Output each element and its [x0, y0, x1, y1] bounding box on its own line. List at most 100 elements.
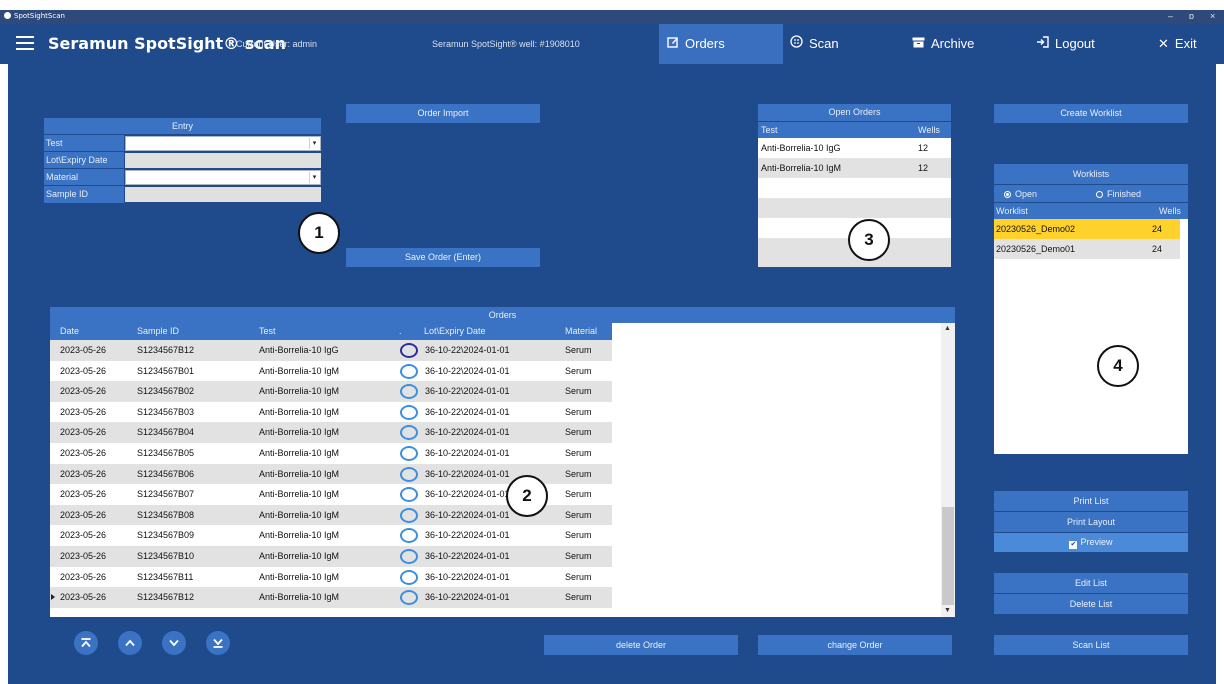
callout-1: 1: [298, 212, 340, 254]
delete-order-button[interactable]: delete Order: [544, 635, 738, 655]
cell-test: Anti-Borrelia-10 IgM: [259, 468, 340, 479]
cell-sample-id: S1234567B03: [137, 406, 195, 417]
cell-sample-id: S1234567B12: [137, 592, 195, 603]
scroll-top-button[interactable]: [74, 631, 98, 655]
table-row[interactable]: 2023-05-26 S1234567B12 Anti-Borrelia-10 Ig…: [50, 587, 612, 608]
status-ring-icon: [400, 548, 418, 564]
scroll-down-icon[interactable]: ▼: [944, 607, 951, 614]
table-row[interactable]: 2023-05-26 S1234567B02 Anti-Borrelia-10 Ig…: [50, 381, 612, 402]
worklists-title: Worklists: [994, 164, 1188, 184]
list-item[interactable]: Anti-Borrelia-10 IgG 12: [758, 138, 951, 158]
app-header: Seramun SpotSight® scan Current User: ad…: [0, 24, 1224, 64]
cell-date: 2023-05-26: [60, 509, 107, 520]
chevron-down-icon: [169, 639, 179, 647]
edit-list-button[interactable]: Edit List: [994, 573, 1188, 593]
status-ring-icon: [400, 404, 418, 420]
status-ring-icon: [400, 507, 418, 523]
nav-exit[interactable]: ✕ Exit: [1158, 24, 1216, 64]
radio-finished[interactable]: Finished: [1096, 185, 1141, 203]
cell-sample-id: S1234567B04: [137, 427, 195, 438]
cell-material: Serum: [565, 592, 592, 603]
minimize-button[interactable]: –: [1168, 11, 1173, 21]
print-list-button[interactable]: Print List: [994, 491, 1188, 511]
cell-sample-id: S1234567B01: [137, 365, 195, 376]
table-row[interactable]: 2023-05-26 S1234567B01 Anti-Borrelia-10 Ig…: [50, 360, 612, 382]
chevron-down-icon[interactable]: ▾: [309, 172, 319, 183]
status-ring-icon: [400, 343, 418, 358]
double-chevron-down-icon: [213, 638, 223, 648]
scroll-down-button[interactable]: [162, 631, 186, 655]
maximize-button[interactable]: ɒ: [1189, 11, 1194, 21]
status-ring-icon: [400, 445, 418, 461]
radio-open[interactable]: Open: [1004, 185, 1037, 203]
create-worklist-button[interactable]: Create Worklist: [994, 104, 1188, 123]
nav-scan[interactable]: Scan: [790, 24, 900, 64]
scroll-up-icon[interactable]: ▲: [944, 325, 951, 332]
order-import-button[interactable]: Order Import: [346, 104, 540, 123]
delete-list-button[interactable]: Delete List: [994, 594, 1188, 614]
list-item[interactable]: Anti-Borrelia-10 IgM 12: [758, 158, 951, 178]
status-ring-icon: [400, 569, 418, 585]
nav-archive[interactable]: Archive: [912, 24, 1012, 64]
orders-table: Orders Date Sample ID Test . Lot\Expiry …: [50, 307, 955, 617]
orders-header-row: Date Sample ID Test . Lot\Expiry Date Ma…: [50, 323, 612, 340]
table-row[interactable]: 2023-05-26 S1234567B11 Anti-Borrelia-10 Ig…: [50, 566, 612, 588]
print-layout-button[interactable]: Print Layout: [994, 512, 1188, 532]
orders-scrollbar[interactable]: ▲ ▼: [941, 323, 955, 617]
cell-test: Anti-Borrelia-10 IgM: [259, 489, 340, 500]
preview-checkbox[interactable]: ✔ Preview: [994, 533, 1188, 552]
lot-expiry-field: [125, 153, 321, 168]
entry-row-test: Test ▾: [44, 134, 321, 152]
table-row[interactable]: 2023-05-26 S1234567B03 Anti-Borrelia-10 Ig…: [50, 401, 612, 423]
cell-date: 2023-05-26: [60, 571, 107, 582]
cell-sample-id: S1234567B07: [137, 489, 195, 500]
cell-lot-expiry: 36-10-22\2024-01-01: [425, 509, 510, 520]
cell-material: Serum: [565, 406, 592, 417]
change-order-button[interactable]: change Order: [758, 635, 952, 655]
cell-lot-expiry: 36-10-22\2024-01-01: [425, 427, 510, 438]
worklist-row[interactable]: 20230526_Demo01 24: [994, 239, 1180, 259]
cell-sample-id: S1234567B06: [137, 468, 195, 479]
cell-lot-expiry: 36-10-22\2024-01-01: [425, 571, 510, 582]
save-order-button[interactable]: Save Order (Enter): [346, 248, 540, 267]
material-select[interactable]: ▾: [125, 170, 321, 185]
table-row[interactable]: 2023-05-26 S1234567B12 Anti-Borrelia-10 Ig…: [50, 340, 612, 361]
table-row[interactable]: 2023-05-26 S1234567B04 Anti-Borrelia-10 Ig…: [50, 422, 612, 443]
entry-row-material: Material ▾: [44, 168, 321, 186]
cell-test: Anti-Borrelia-10 IgM: [259, 530, 340, 541]
window-title: SpotSightScan: [4, 12, 65, 20]
table-row[interactable]: 2023-05-26 S1234567B05 Anti-Borrelia-10 Ig…: [50, 442, 612, 464]
logout-icon: [1036, 24, 1049, 64]
cell-date: 2023-05-26: [60, 406, 107, 417]
hamburger-menu-icon[interactable]: [16, 36, 34, 50]
nav-orders[interactable]: Orders: [659, 24, 783, 64]
table-row[interactable]: 2023-05-26 S1234567B10 Anti-Borrelia-10 Ig…: [50, 545, 612, 567]
test-select[interactable]: ▾: [125, 136, 321, 151]
table-row[interactable]: 2023-05-26 S1234567B09 Anti-Borrelia-10 Ig…: [50, 525, 612, 546]
cell-lot-expiry: 36-10-22\2024-01-01: [425, 365, 510, 376]
cell-material: Serum: [565, 365, 592, 376]
scroll-up-button[interactable]: [118, 631, 142, 655]
current-row-marker-icon: [51, 594, 55, 601]
close-window-button[interactable]: ×: [1210, 11, 1215, 21]
scrollbar-thumb[interactable]: [942, 507, 954, 605]
callout-4: 4: [1097, 345, 1139, 387]
worklist-row[interactable]: 20230526_Demo02 24: [994, 219, 1180, 239]
cell-sample-id: S1234567B08: [137, 509, 195, 520]
cell-test: Anti-Borrelia-10 IgG: [259, 345, 339, 355]
cell-date: 2023-05-26: [60, 447, 107, 458]
nav-logout[interactable]: Logout: [1036, 24, 1116, 64]
orders-body: 2023-05-26 S1234567B12 Anti-Borrelia-10 Ig…: [50, 340, 955, 608]
chevron-down-icon[interactable]: ▾: [309, 138, 319, 149]
scroll-bottom-button[interactable]: [206, 631, 230, 655]
cell-date: 2023-05-26: [60, 530, 107, 541]
status-ring-icon: [400, 487, 418, 503]
double-chevron-up-icon: [81, 638, 91, 648]
scan-list-button[interactable]: Scan List: [994, 635, 1188, 655]
sample-id-field[interactable]: [125, 187, 321, 202]
worklist-filter: Open Finished: [994, 184, 1188, 202]
cell-material: Serum: [565, 509, 592, 520]
cell-sample-id: S1234567B09: [137, 530, 195, 541]
cell-sample-id: S1234567B05: [137, 447, 195, 458]
checkbox-checked-icon: ✔: [1069, 541, 1078, 549]
